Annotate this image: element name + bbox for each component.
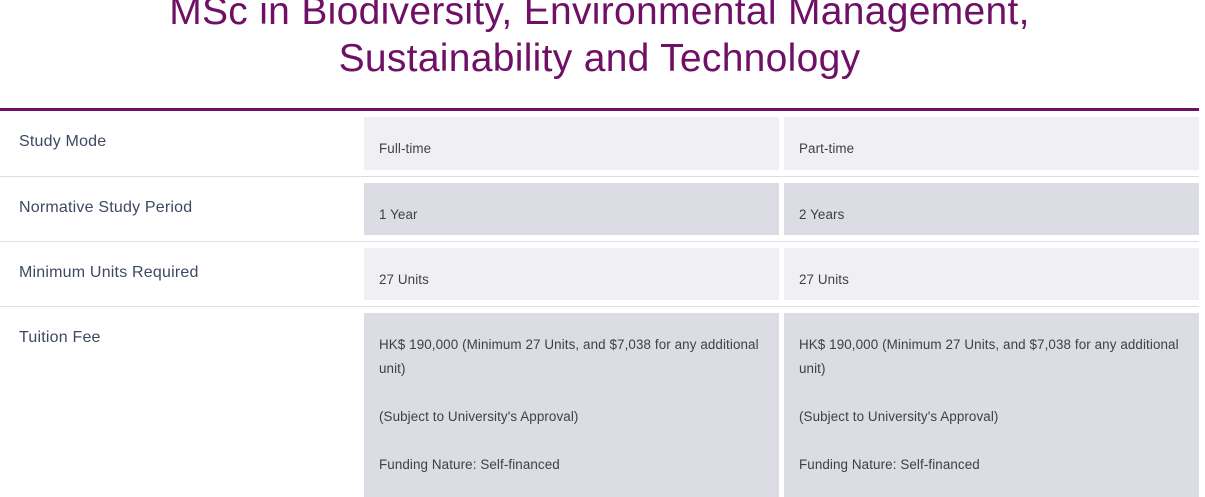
part-time-cell: 27 Units [784,248,1199,300]
programme-info-table: Study Mode Full-time Part-time Normative… [0,111,1199,497]
full-time-cell: Full-time [364,117,779,170]
row-label: Tuition Fee [19,329,101,346]
full-time-cell: 27 Units [364,248,779,300]
row-label: Normative Study Period [19,199,193,216]
page-title: MSc in Biodiversity, Environmental Manag… [0,0,1199,82]
table-row-minimum-units: Minimum Units Required 27 Units 27 Units [0,242,1199,307]
row-label: Study Mode [19,133,107,150]
cell-text: Part-time [799,141,855,156]
row-label: Minimum Units Required [19,264,199,281]
table-row-normative-study-period: Normative Study Period 1 Year 2 Years [0,177,1199,242]
cell-text: 27 Units [379,272,429,287]
full-time-cell: 1 Year [364,183,779,235]
cell-text: 1 Year [379,207,418,222]
page-title-line-2: Sustainability and Technology [338,37,861,80]
cell-text: 27 Units [799,272,849,287]
part-time-cell: HK$ 190,000 (Minimum 27 Units, and $7,03… [784,313,1199,497]
funding-nature: Funding Nature: Self-financed [379,457,560,472]
tuition-fee-text: HK$ 190,000 (Minimum 27 Units, and $7,03… [799,337,1179,376]
full-time-cell: HK$ 190,000 (Minimum 27 Units, and $7,03… [364,313,779,497]
table-row-study-mode: Study Mode Full-time Part-time [0,111,1199,177]
page-title-line-1: MSc in Biodiversity, Environmental Manag… [169,0,1030,33]
part-time-cell: 2 Years [784,183,1199,235]
approval-note: (Subject to University's Approval) [379,409,579,424]
part-time-cell: Part-time [784,117,1199,170]
cell-text: 2 Years [799,207,845,222]
cell-text: Full-time [379,141,432,156]
funding-nature: Funding Nature: Self-financed [799,457,980,472]
table-row-tuition-fee: Tuition Fee HK$ 190,000 (Minimum 27 Unit… [0,307,1199,497]
approval-note: (Subject to University's Approval) [799,409,999,424]
tuition-fee-text: HK$ 190,000 (Minimum 27 Units, and $7,03… [379,337,759,376]
